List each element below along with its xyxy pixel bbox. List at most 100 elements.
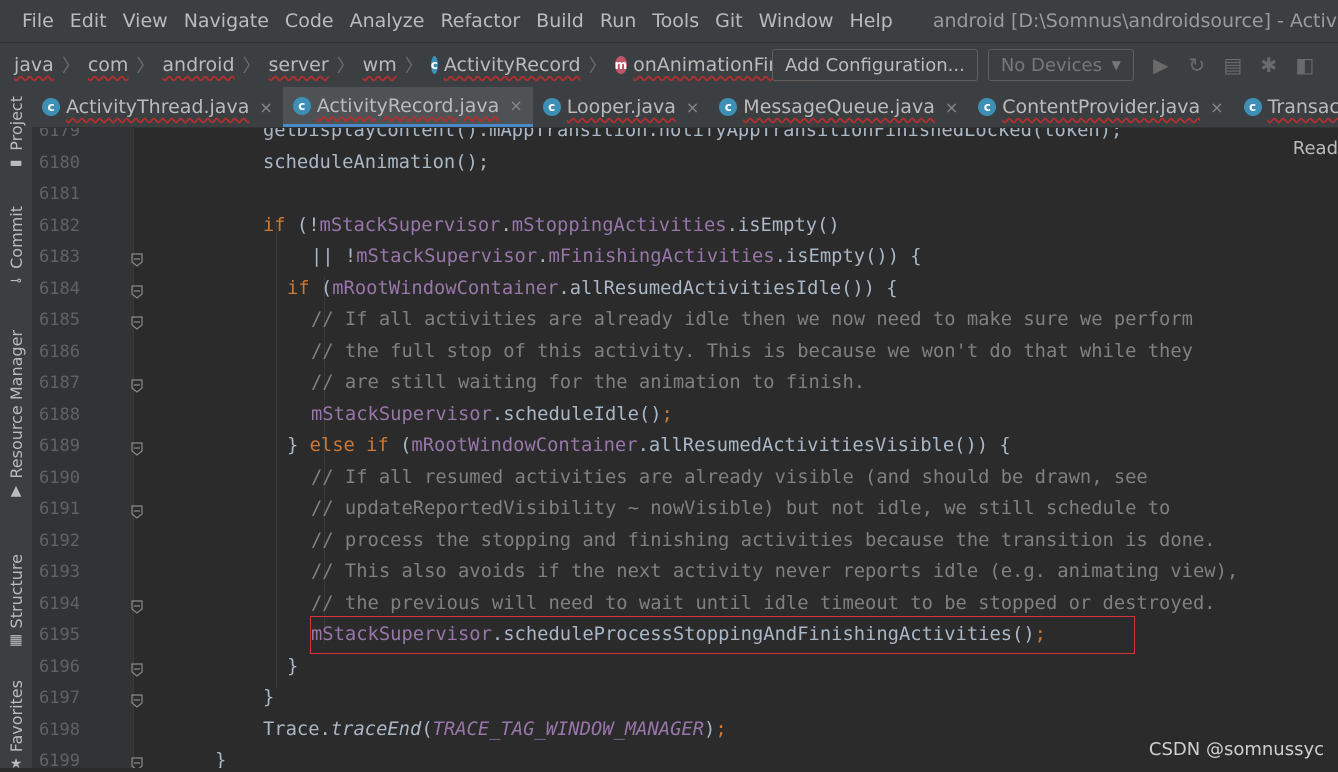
tab-activitythread-java[interactable]: c ActivityThread.java × <box>32 87 283 127</box>
code-editor[interactable]: 6179 6180 6181 6182 6183 6184 6185 6186 6187 6188… <box>33 128 1338 768</box>
code-token: mStackSupervisor <box>319 214 501 236</box>
close-icon[interactable]: × <box>945 98 958 117</box>
tab-label: MessageQueue.java <box>743 96 935 118</box>
tab-label: Looper.java <box>566 96 676 118</box>
debug-icon[interactable]: ✱ <box>1258 53 1280 77</box>
breadcrumb-item[interactable]: wm <box>363 54 397 76</box>
navigation-bar: java 〉 com 〉 android 〉 server 〉 wm 〉 c ActivityReco… <box>0 42 1338 87</box>
folder-icon: ▬ <box>9 154 23 171</box>
chevron-right-icon: 〉 <box>61 56 80 77</box>
code-token: // the full stop of this activity. This … <box>311 340 1193 362</box>
attach-debugger-icon[interactable]: ◧ <box>1294 53 1316 77</box>
line-number: 6181 <box>39 184 80 204</box>
fold-marker-icon[interactable] <box>131 441 143 456</box>
resource-manager-tool-button[interactable]: Resource Manager ▲ <box>0 330 32 499</box>
tab-transactionex[interactable]: c TransactionEx <box>1234 87 1338 127</box>
fold-marker-icon[interactable] <box>131 378 143 393</box>
tab-looper-java[interactable]: c Looper.java × <box>533 87 710 127</box>
breadcrumb-item[interactable]: java <box>14 54 54 76</box>
class-icon: c <box>542 98 561 116</box>
class-icon: c <box>719 98 738 116</box>
menu-refactor[interactable]: Refactor <box>440 10 520 32</box>
menu-build[interactable]: Build <box>536 10 584 32</box>
code-token: if <box>287 277 321 299</box>
line-number: 6185 <box>39 310 80 330</box>
rerun-icon[interactable]: ↻ <box>1186 53 1208 77</box>
favorites-tool-button[interactable]: Favorites ★ <box>0 680 32 772</box>
menu-file[interactable]: File <box>22 10 54 32</box>
reader-mode-toggle[interactable]: Read <box>1293 138 1338 159</box>
breadcrumb-item[interactable]: server <box>269 54 329 76</box>
line-number: 6179 <box>39 128 80 141</box>
code-token: ; <box>661 403 673 425</box>
project-tool-button[interactable]: Project ▬ <box>0 96 32 171</box>
watermark: CSDN @somnussyc <box>1148 739 1324 760</box>
menu-tools[interactable]: Tools <box>652 10 699 32</box>
tab-label: ActivityThread.java <box>66 96 250 118</box>
class-icon: c <box>292 96 311 115</box>
chevron-right-icon: 〉 <box>336 56 355 77</box>
breadcrumb-item[interactable]: com <box>88 54 129 76</box>
fold-marker-icon[interactable] <box>131 284 143 299</box>
fold-marker-icon[interactable] <box>131 252 143 267</box>
code-token: if <box>263 214 297 236</box>
tab-contentprovider-java[interactable]: c ContentProvider.java × <box>968 87 1233 127</box>
menu-bar: File Edit View Navigate Code Analyze Refactor B… <box>0 0 1338 42</box>
fold-marker-icon[interactable] <box>131 756 143 768</box>
device-selector[interactable]: No Devices ▼ <box>987 49 1134 81</box>
tab-messagequeue-java[interactable]: c MessageQueue.java × <box>709 87 968 127</box>
left-tool-strip: Project ▬ Commit ⊸ Resource Manager ▲ St… <box>0 86 33 772</box>
code-area[interactable]: getDisplayContent().mAppTransition.notif… <box>143 128 1338 768</box>
close-icon[interactable]: × <box>1210 98 1223 117</box>
menu-edit[interactable]: Edit <box>70 10 107 32</box>
breadcrumb-item[interactable]: android <box>162 54 234 76</box>
code-token: (! <box>296 214 320 236</box>
add-configuration-button[interactable]: Add Configuration... <box>772 49 978 81</box>
menu-navigate[interactable]: Navigate <box>184 10 269 32</box>
fold-marker-icon[interactable] <box>131 599 143 614</box>
menu-code[interactable]: Code <box>285 10 334 32</box>
menu-window[interactable]: Window <box>759 10 834 32</box>
run-icon[interactable]: ▶ <box>1150 53 1172 77</box>
chevron-down-icon: ▼ <box>1111 58 1121 72</box>
code-token: // are still waiting for the animation t… <box>311 372 866 393</box>
chevron-right-icon: 〉 <box>404 56 423 77</box>
fold-marker-icon[interactable] <box>131 662 143 677</box>
line-number: 6198 <box>39 719 80 740</box>
breadcrumb-item[interactable]: ActivityRecord <box>444 54 581 76</box>
code-token: TRACE_TAG_WINDOW_MANAGER <box>432 718 704 740</box>
code-line: } <box>263 683 274 713</box>
close-icon[interactable]: × <box>686 98 699 117</box>
code-token: . <box>500 214 512 236</box>
line-number: 6180 <box>39 152 80 173</box>
fold-marker-icon[interactable] <box>131 693 143 708</box>
stop-icon[interactable]: ▤ <box>1222 53 1244 77</box>
close-icon[interactable]: × <box>509 96 522 115</box>
fold-marker-icon[interactable] <box>131 315 143 330</box>
menu-view[interactable]: View <box>123 10 168 32</box>
resource-manager-icon: ▲ <box>10 482 22 499</box>
code-token: } <box>263 687 275 708</box>
code-token: .scheduleIdle() <box>491 403 662 425</box>
line-number: 6197 <box>39 688 80 708</box>
commit-tool-button[interactable]: Commit ⊸ <box>0 206 32 289</box>
line-number: 6189 <box>39 436 80 456</box>
structure-tool-button[interactable]: Structure ▦ <box>0 554 32 648</box>
fold-marker-icon[interactable] <box>131 504 143 519</box>
menu-git[interactable]: Git <box>715 10 742 32</box>
tab-activityrecord-java[interactable]: c ActivityRecord.java × <box>282 87 533 127</box>
breadcrumb: java 〉 com 〉 android 〉 server 〉 wm 〉 c ActivityReco… <box>14 52 831 78</box>
menu-help[interactable]: Help <box>849 10 892 32</box>
line-number: 6184 <box>39 278 80 299</box>
code-token: ) <box>704 718 716 740</box>
code-token: mRootWindowContainer <box>332 277 559 299</box>
chevron-right-icon: 〉 <box>588 56 607 77</box>
favorites-tool-label: Favorites <box>6 680 26 753</box>
close-icon[interactable]: × <box>259 98 272 117</box>
window-title: android [D:\Somnus\androidsource] - Acti… <box>932 10 1338 32</box>
class-icon: c <box>42 98 60 116</box>
menu-analyze[interactable]: Analyze <box>350 10 425 32</box>
menu-run[interactable]: Run <box>600 10 636 32</box>
code-line: // process the stopping and finishing ac… <box>311 526 1216 556</box>
code-token: else if <box>309 435 401 456</box>
